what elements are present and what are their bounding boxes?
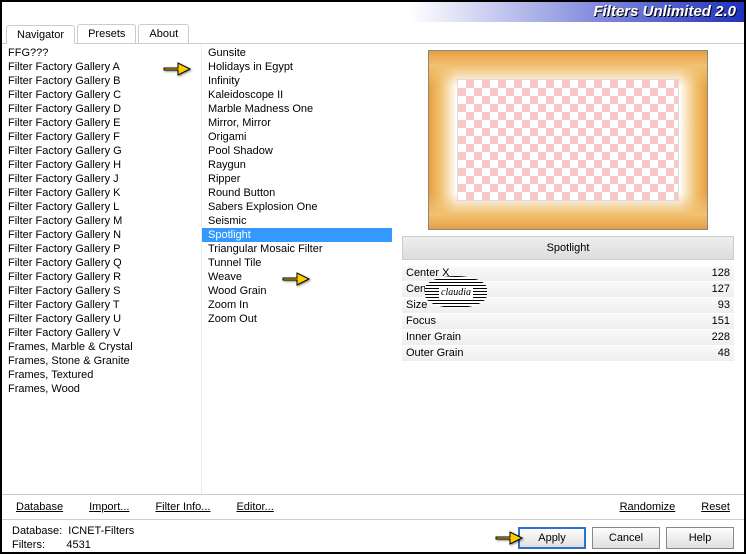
tab-strip: Navigator Presets About xyxy=(2,24,744,44)
parameter-row[interactable]: Outer Grain 48 xyxy=(402,346,734,361)
filter-item[interactable]: Origami xyxy=(202,130,392,144)
category-item[interactable]: Frames, Wood xyxy=(2,382,201,396)
main-area: FFG???Filter Factory Gallery AFilter Fac… xyxy=(2,44,744,494)
category-item[interactable]: Filter Factory Gallery G xyxy=(2,144,201,158)
category-item[interactable]: Filter Factory Gallery A xyxy=(2,60,201,74)
filter-item[interactable]: Zoom In xyxy=(202,298,392,312)
parameter-value: 128 xyxy=(712,267,730,279)
current-filter-name: Spotlight xyxy=(403,242,733,254)
filter-item[interactable]: Spotlight xyxy=(202,228,392,242)
right-panel: Spotlight Center X128Center Y127Size93Fo… xyxy=(392,44,744,494)
category-item[interactable]: Filter Factory Gallery C xyxy=(2,88,201,102)
category-item[interactable]: Filter Factory Gallery L xyxy=(2,200,201,214)
category-item[interactable]: Filter Factory Gallery B xyxy=(2,74,201,88)
filter-name-bar: Spotlight xyxy=(402,236,734,260)
category-item[interactable]: Filter Factory Gallery U xyxy=(2,312,201,326)
editor-link[interactable]: Editor... xyxy=(232,499,277,515)
tab-presets[interactable]: Presets xyxy=(77,24,136,43)
filter-item[interactable]: Ripper xyxy=(202,172,392,186)
filter-item[interactable]: Infinity xyxy=(202,74,392,88)
category-list[interactable]: FFG???Filter Factory Gallery AFilter Fac… xyxy=(2,44,202,494)
cancel-button[interactable]: Cancel xyxy=(592,527,660,549)
category-item[interactable]: Frames, Marble & Crystal xyxy=(2,340,201,354)
preview-checker xyxy=(457,79,679,201)
help-button[interactable]: Help xyxy=(666,527,734,549)
category-item[interactable]: Filter Factory Gallery J xyxy=(2,172,201,186)
category-item[interactable]: FFG??? xyxy=(2,46,201,60)
category-item[interactable]: Frames, Stone & Granite xyxy=(2,354,201,368)
filter-list[interactable]: GunsiteHolidays in EgyptInfinityKaleidos… xyxy=(202,44,392,494)
category-item[interactable]: Filter Factory Gallery F xyxy=(2,130,201,144)
import-link[interactable]: Import... xyxy=(85,499,133,515)
watermark-stamp: claudia xyxy=(425,276,487,308)
parameter-row[interactable]: Focus 151 xyxy=(402,314,734,329)
parameter-value: 127 xyxy=(712,283,730,295)
filter-item[interactable]: Round Button xyxy=(202,186,392,200)
parameter-row[interactable]: Inner Grain 228 xyxy=(402,330,734,345)
category-item[interactable]: Filter Factory Gallery R xyxy=(2,270,201,284)
category-item[interactable]: Filter Factory Gallery P xyxy=(2,242,201,256)
status-bar: Database: ICNET-Filters Filters: 4531 Ap… xyxy=(2,519,744,556)
category-item[interactable]: Filter Factory Gallery M xyxy=(2,214,201,228)
filter-item[interactable]: Holidays in Egypt xyxy=(202,60,392,74)
filter-item[interactable]: Raygun xyxy=(202,158,392,172)
parameter-label: Focus xyxy=(406,315,436,327)
randomize-link[interactable]: Randomize xyxy=(616,499,680,515)
database-link[interactable]: Database xyxy=(12,499,67,515)
preview-image xyxy=(428,50,708,230)
category-item[interactable]: Filter Factory Gallery N xyxy=(2,228,201,242)
filter-item[interactable]: Gunsite xyxy=(202,46,392,60)
filter-item[interactable]: Zoom Out xyxy=(202,312,392,326)
parameter-label: Inner Grain xyxy=(406,331,461,343)
filter-item[interactable]: Mirror, Mirror xyxy=(202,116,392,130)
status-database: Database: ICNET-Filters xyxy=(12,524,512,538)
filter-item[interactable]: Triangular Mosaic Filter xyxy=(202,242,392,256)
parameter-label: Outer Grain xyxy=(406,347,463,359)
tab-about[interactable]: About xyxy=(138,24,189,43)
parameter-value: 93 xyxy=(718,299,730,311)
category-item[interactable]: Filter Factory Gallery Q xyxy=(2,256,201,270)
category-item[interactable]: Filter Factory Gallery K xyxy=(2,186,201,200)
reset-link[interactable]: Reset xyxy=(697,499,734,515)
status-filters-count: Filters: 4531 xyxy=(12,538,512,552)
filter-item[interactable]: Seismic xyxy=(202,214,392,228)
filter-item[interactable]: Weave xyxy=(202,270,392,284)
app-title: Filters Unlimited 2.0 xyxy=(593,3,736,20)
category-item[interactable]: Filter Factory Gallery E xyxy=(2,116,201,130)
title-bar: Filters Unlimited 2.0 xyxy=(2,2,744,22)
filter-info-link[interactable]: Filter Info... xyxy=(151,499,214,515)
filter-item[interactable]: Tunnel Tile xyxy=(202,256,392,270)
category-item[interactable]: Filter Factory Gallery V xyxy=(2,326,201,340)
filter-item[interactable]: Marble Madness One xyxy=(202,102,392,116)
link-bar: Database Import... Filter Info... Editor… xyxy=(2,494,744,519)
parameter-value: 228 xyxy=(712,331,730,343)
filter-item[interactable]: Pool Shadow xyxy=(202,144,392,158)
apply-button[interactable]: Apply xyxy=(518,527,586,549)
category-item[interactable]: Filter Factory Gallery D xyxy=(2,102,201,116)
filter-item[interactable]: Sabers Explosion One xyxy=(202,200,392,214)
tab-navigator[interactable]: Navigator xyxy=(6,25,75,44)
category-item[interactable]: Filter Factory Gallery S xyxy=(2,284,201,298)
parameter-value: 151 xyxy=(712,315,730,327)
parameter-label: Size xyxy=(406,299,427,311)
category-item[interactable]: Filter Factory Gallery H xyxy=(2,158,201,172)
filter-item[interactable]: Wood Grain xyxy=(202,284,392,298)
category-item[interactable]: Frames, Textured xyxy=(2,368,201,382)
category-item[interactable]: Filter Factory Gallery T xyxy=(2,298,201,312)
parameter-value: 48 xyxy=(718,347,730,359)
filter-item[interactable]: Kaleidoscope II xyxy=(202,88,392,102)
